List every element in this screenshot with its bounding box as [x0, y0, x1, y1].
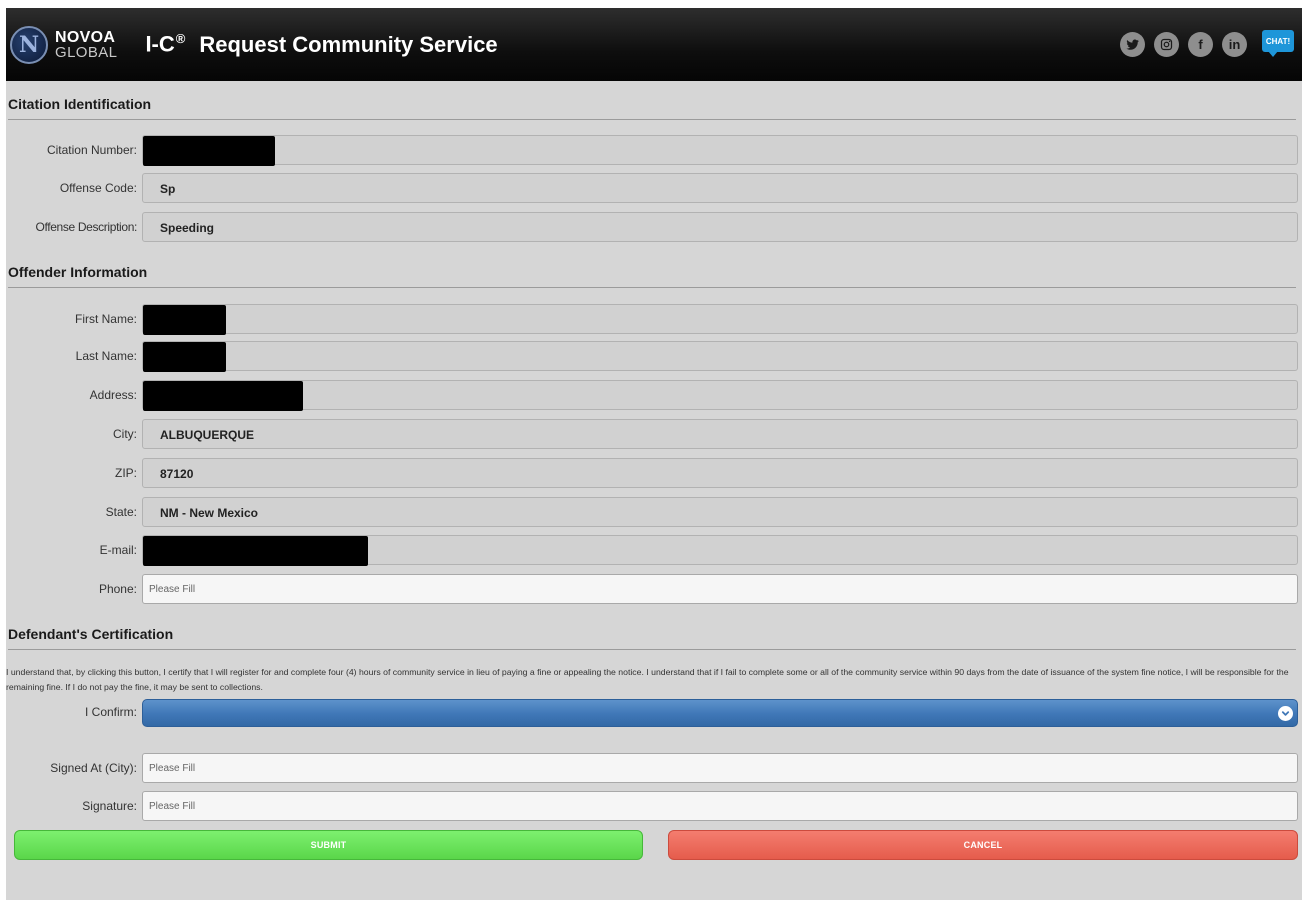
logo-subname: GLOBAL [55, 43, 118, 61]
novoa-logo-icon: N [10, 25, 48, 64]
chat-button[interactable]: CHAT! [1262, 30, 1294, 58]
chat-label: CHAT! [1262, 30, 1294, 52]
app-name: I-C® [145, 31, 186, 57]
cancel-button[interactable]: CANCEL [668, 830, 1298, 860]
app-header: N NOVOA GLOBAL I-C® Request Community Se… [6, 8, 1302, 81]
phone-row: Phone: Please Fill [6, 574, 1302, 604]
zip-label: ZIP: [114, 466, 137, 480]
city-row: City: ALBUQUERQUE [6, 419, 1302, 449]
address-row: Address: [6, 380, 1302, 411]
citation-number-row: Citation Number: [6, 135, 1302, 166]
linkedin-icon[interactable]: in [1222, 31, 1247, 57]
social-links: f in CHAT! [1111, 30, 1294, 58]
phone-label: Phone: [98, 582, 137, 596]
signature-input[interactable]: Please Fill [142, 791, 1298, 821]
chat-bubble-tail [1268, 51, 1278, 57]
redaction-box [143, 342, 226, 372]
city-field: ALBUQUERQUE [142, 419, 1298, 449]
facebook-icon[interactable]: f [1188, 31, 1213, 57]
city-label: City: [113, 427, 137, 441]
confirm-row: I Confirm: [6, 699, 1302, 729]
submit-button[interactable]: SUBMIT [14, 830, 643, 860]
confirm-select[interactable] [142, 699, 1298, 727]
logo-name: NOVOA [55, 28, 116, 46]
state-label: State: [105, 505, 137, 519]
redaction-box [143, 136, 275, 166]
address-label: Address: [89, 388, 137, 402]
signed-at-input[interactable]: Please Fill [142, 753, 1298, 783]
page-title: Request Community Service [199, 31, 498, 57]
state-row: State: NM - New Mexico [6, 497, 1302, 527]
phone-input[interactable]: Please Fill [142, 574, 1298, 604]
offense-code-label: Offense Code: [59, 181, 137, 195]
zip-field: 87120 [142, 458, 1298, 488]
citation-section-heading: Citation Identification [8, 96, 1296, 120]
last-name-row: Last Name: [6, 341, 1302, 372]
first-name-field [142, 304, 1298, 335]
certification-section-heading: Defendant's Certification [8, 626, 1296, 650]
last-name-label: Last Name: [75, 349, 137, 363]
address-field [142, 380, 1298, 411]
offense-description-label: Offense Description: [35, 220, 138, 234]
redaction-box [143, 536, 368, 566]
offender-section-heading: Offender Information [8, 264, 1296, 288]
email-field [142, 535, 1298, 566]
signature-label: Signature: [82, 799, 137, 813]
instagram-icon[interactable] [1154, 31, 1179, 57]
citation-number-field [142, 135, 1298, 166]
redaction-box [143, 305, 226, 335]
confirm-label: I Confirm: [84, 705, 137, 719]
app-window: N NOVOA GLOBAL I-C® Request Community Se… [6, 8, 1302, 900]
email-label: E-mail: [99, 543, 137, 557]
citation-number-label: Citation Number: [46, 143, 137, 157]
redaction-box [143, 381, 303, 411]
signed-at-label: Signed At (City): [50, 761, 137, 775]
state-field: NM - New Mexico [142, 497, 1298, 527]
offense-code-row: Offense Code: Sp [6, 173, 1302, 203]
email-row: E-mail: [6, 535, 1302, 566]
zip-row: ZIP: 87120 [6, 458, 1302, 488]
certification-statement: I understand that, by clicking this butt… [6, 667, 1289, 692]
offense-description-row: Offense Description: Speeding [6, 212, 1302, 242]
last-name-field [142, 341, 1298, 372]
offense-code-field: Sp [142, 173, 1298, 203]
novoa-global-logo[interactable]: N NOVOA GLOBAL [10, 25, 118, 64]
offense-description-field: Speeding [142, 212, 1298, 242]
signature-row: Signature: Please Fill [6, 791, 1302, 821]
chevron-down-icon[interactable] [1278, 706, 1293, 721]
first-name-label: First Name: [74, 312, 137, 326]
signed-at-row: Signed At (City): Please Fill [6, 753, 1302, 783]
registered-mark: ® [175, 31, 186, 47]
twitter-icon[interactable] [1120, 31, 1145, 57]
first-name-row: First Name: [6, 304, 1302, 335]
